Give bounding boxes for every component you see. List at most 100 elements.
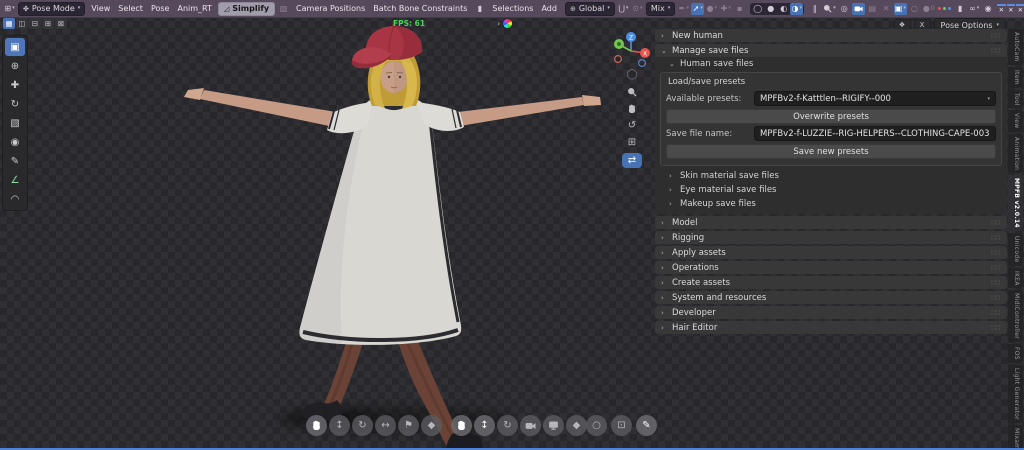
proportional-edit-icon[interactable]: ⊙ ▾ xyxy=(631,3,644,15)
panel-section-new-human[interactable]: › New human xyxy=(655,29,1007,42)
camera-view-icon[interactable] xyxy=(851,2,865,15)
save-file-name-input[interactable]: MPFBv2-f-LUZZIE--RIG-HELPERS--CLOTHING-C… xyxy=(754,126,996,141)
drag-grip-icon[interactable] xyxy=(991,279,1001,287)
scene-strip-icon[interactable]: ▤ xyxy=(866,3,879,15)
tool-move[interactable]: ✚ xyxy=(5,76,25,94)
link-icon[interactable]: ∞ ▾ xyxy=(968,3,981,15)
select-intersect-icon[interactable]: ⊠ xyxy=(55,18,67,29)
tool-rotate[interactable]: ↻ xyxy=(5,95,25,113)
editor-type-icon[interactable]: ⊞ ▾ xyxy=(3,3,16,15)
mode-selector[interactable]: ✤ Pose Mode ▾ xyxy=(18,1,86,16)
transform-orientation-dropdown[interactable]: ⊕ Global ▾ xyxy=(564,1,615,16)
menu-anim-rt[interactable]: Anim_RT xyxy=(173,3,215,14)
tool-measure[interactable]: ∠ xyxy=(5,171,25,189)
axis-x-toggle-3[interactable]: ✕ xyxy=(1016,3,1024,14)
display-button[interactable] xyxy=(543,415,564,436)
side-tab-item[interactable]: Item xyxy=(1008,66,1023,88)
side-tab-tool[interactable]: Tool xyxy=(1008,89,1023,109)
panel-section-rigging[interactable]: › Rigging xyxy=(655,231,1007,244)
shading-solid-icon[interactable]: ● xyxy=(764,3,777,15)
panel-section-operations[interactable]: › Operations xyxy=(655,261,1007,274)
axis-x-toggle-1[interactable]: ✕ xyxy=(997,3,1006,14)
side-tab-mixamo[interactable]: Mixamo xyxy=(1008,425,1023,448)
pause-icon[interactable]: ‖ xyxy=(808,3,821,15)
circle-icon[interactable]: ○ xyxy=(908,3,921,15)
tool-pose-breakdowner[interactable]: ◠ xyxy=(5,190,25,208)
side-tab-view[interactable]: View xyxy=(1008,110,1023,132)
annotate-pen-button[interactable]: ✎ xyxy=(636,415,657,436)
menu-selections[interactable]: Selections xyxy=(488,3,537,14)
panel-section-create-assets[interactable]: › Create assets xyxy=(655,276,1007,289)
simplify-toggle-button[interactable]: ◿ Simplify xyxy=(217,1,276,16)
drag-grip-icon[interactable] xyxy=(991,234,1001,242)
drag-grip-icon[interactable] xyxy=(991,264,1001,272)
subsection-skin-material-save-files[interactable]: › Skin material save files xyxy=(655,169,1007,183)
drag-grip-icon[interactable] xyxy=(991,32,1001,40)
tool-scale[interactable]: ▧ xyxy=(5,114,25,132)
frame-region-button[interactable]: ⊡ xyxy=(611,415,632,436)
side-tab-mpfb-v2-0-14[interactable]: MPFB v2.0.14 xyxy=(1008,175,1023,232)
select-invert-icon[interactable]: ⊞ xyxy=(42,18,54,29)
menu-camera-positions[interactable]: Camera Positions xyxy=(292,3,369,14)
sphere-zero-icon[interactable]: ● 0 xyxy=(922,3,936,15)
disabled-box-icon[interactable]: ▪ xyxy=(733,3,746,15)
shading-wireframe-icon[interactable]: ◯ xyxy=(751,3,764,15)
panel-section-model[interactable]: › Model xyxy=(655,216,1007,229)
axis-x-toggle-2[interactable]: ✕ xyxy=(1006,3,1016,14)
drag-grip-icon[interactable] xyxy=(991,219,1001,227)
select-set-icon[interactable]: ▦ xyxy=(3,18,15,29)
circle-select-button[interactable]: ○ xyxy=(586,415,607,436)
subsection-eye-material-save-files[interactable]: › Eye material save files xyxy=(655,183,1007,197)
overlay-cross-icon[interactable]: ✚ ▾ xyxy=(719,3,732,15)
nav-grid-icon[interactable]: ⊞ xyxy=(625,136,639,149)
select-subtract-icon[interactable]: ⊟ xyxy=(29,18,41,29)
tool-select-box[interactable]: ▣ xyxy=(5,38,25,56)
drag-grip-icon[interactable] xyxy=(991,294,1001,302)
available-presets-dropdown[interactable]: MPFBv2-f-Katttlen--RIGIFY--000 ▾ xyxy=(754,91,996,106)
gizmo-diamond-button[interactable]: ◆ xyxy=(421,415,442,436)
drag-grip-icon[interactable] xyxy=(991,309,1001,317)
side-tab-ikea[interactable]: IKEA xyxy=(1008,267,1023,289)
panel-section-developer[interactable]: › Developer xyxy=(655,306,1007,319)
human-save-files-header[interactable]: ⌄ Human save files xyxy=(655,57,1007,71)
side-tab-animation[interactable]: Animation xyxy=(1008,133,1023,174)
snap-magnet-icon[interactable]: ⋃ ▾ xyxy=(617,3,630,15)
navigation-gizmo[interactable]: Z X xyxy=(611,30,651,68)
rotate-button[interactable]: ↻ xyxy=(352,415,373,436)
shading-material-icon[interactable]: ◐ xyxy=(777,3,790,15)
menu-add[interactable]: Add xyxy=(537,3,561,14)
side-tab-autocam[interactable]: AutoCam xyxy=(1008,29,1023,65)
overwrite-presets-button[interactable]: Overwrite presets xyxy=(666,109,996,124)
side-tab-unicode[interactable]: Unicode xyxy=(1008,233,1023,266)
nav-rotate-icon[interactable]: ↺ xyxy=(625,119,639,132)
side-tab-light-generator[interactable]: Light Generator xyxy=(1008,365,1023,424)
zoom-region-icon[interactable]: ▾ xyxy=(822,3,837,15)
side-tab-midicontroller[interactable]: MidiController xyxy=(1008,290,1023,343)
drag-grip-icon[interactable] xyxy=(991,47,1001,55)
tool-annotate[interactable]: ✎ xyxy=(5,152,25,170)
crosshair-icon[interactable]: ◎ xyxy=(838,3,851,15)
sphere-icon[interactable]: ● ▾ xyxy=(705,3,718,15)
gizmo-toggle-icon[interactable]: ➚ ▾ xyxy=(691,2,705,15)
pan-hand-button[interactable] xyxy=(306,415,327,436)
panel-section-system-and-resources[interactable]: › System and resources xyxy=(655,291,1007,304)
menu-view[interactable]: View xyxy=(87,3,114,14)
menu-pose[interactable]: Pose xyxy=(147,3,174,14)
tool-transform[interactable]: ◉ xyxy=(5,133,25,151)
walk-navigation-button[interactable]: ⚑ xyxy=(398,415,419,436)
nav-orbit-circle-icon[interactable]: ◯ xyxy=(625,68,639,81)
overlays-icon[interactable]: ◉ xyxy=(982,3,995,15)
panel-section-apply-assets[interactable]: › Apply assets xyxy=(655,246,1007,259)
redo-panel-toggle[interactable]: › xyxy=(497,19,513,28)
tool-cursor[interactable]: ⊕ xyxy=(5,57,25,75)
ghost-toggle-icon[interactable]: ▧ xyxy=(277,3,290,15)
nav-zoom-icon[interactable] xyxy=(625,85,639,98)
gizmo-diamond-button-2[interactable]: ◆ xyxy=(566,415,587,436)
menu-select[interactable]: Select xyxy=(114,3,147,14)
select-extend-icon[interactable]: ◫ xyxy=(16,18,28,29)
rotate-button-2[interactable]: ↻ xyxy=(497,415,518,436)
shading-rendered-icon[interactable]: ◑ ▾ xyxy=(790,2,804,15)
side-tab-fos[interactable]: FOS xyxy=(1008,344,1023,364)
bookmark-icon[interactable]: ▮ xyxy=(954,3,967,15)
subsection-makeup-save-files[interactable]: › Makeup save files xyxy=(655,197,1007,211)
